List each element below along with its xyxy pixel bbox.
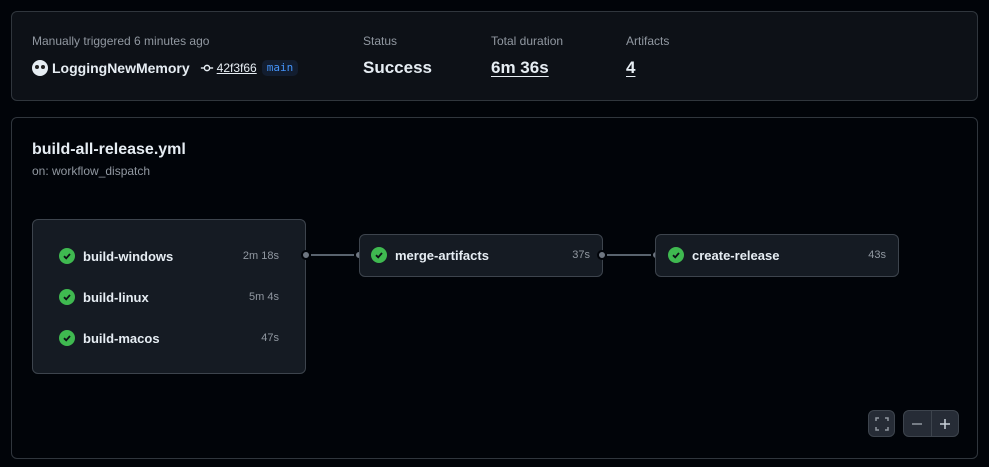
run-summary: Manually triggered 6 minutes ago Logging…	[11, 11, 978, 101]
job-name: build-windows	[83, 248, 174, 264]
success-check-icon	[59, 330, 75, 346]
job-name: merge-artifacts	[395, 247, 489, 263]
job-duration: 47s	[261, 332, 279, 344]
job-duration: 37s	[572, 249, 590, 261]
job-merge-artifacts[interactable]: merge-artifacts 37s	[359, 234, 603, 277]
job-duration: 43s	[868, 249, 886, 261]
status-value: Success	[363, 58, 432, 77]
job-name: build-macos	[83, 330, 160, 346]
status-label: Status	[363, 34, 398, 48]
job-build-macos[interactable]: build-macos 47s	[33, 328, 305, 348]
build-job-group: build-windows 2m 18s build-linux 5m 4s b…	[32, 219, 306, 374]
fullscreen-button[interactable]	[868, 410, 895, 437]
connector-dot	[597, 250, 607, 260]
duration-link[interactable]: 6m 36s	[491, 58, 563, 78]
artifacts-label: Artifacts	[626, 34, 670, 48]
job-build-windows[interactable]: build-windows 2m 18s	[33, 246, 305, 266]
zoom-in-button[interactable]	[932, 411, 959, 436]
workflow-trigger: on: workflow_dispatch	[32, 164, 151, 178]
artifacts-column: Artifacts 4	[626, 34, 669, 78]
duration-column: Total duration 6m 36s	[491, 34, 563, 78]
job-duration: 2m 18s	[242, 250, 279, 262]
job-create-release[interactable]: create-release 43s	[655, 234, 899, 277]
connector-line	[607, 254, 651, 256]
trigger-text: Manually triggered 6 minutes ago	[32, 34, 210, 48]
workflow-graph: build-all-release.yml on: workflow_dispa…	[11, 117, 978, 459]
connector-line	[311, 254, 354, 256]
branch-badge[interactable]: main	[261, 60, 299, 76]
duration-label: Total duration	[491, 34, 564, 48]
commit-icon	[200, 64, 213, 72]
success-check-icon	[668, 247, 684, 263]
zoom-out-button[interactable]	[904, 411, 931, 436]
avatar[interactable]	[32, 60, 48, 76]
success-check-icon	[371, 247, 387, 263]
artifacts-link[interactable]: 4	[626, 58, 669, 78]
actor-name[interactable]: LoggingNewMemory	[52, 60, 190, 76]
commit-sha-link[interactable]: 42f3f66	[217, 61, 257, 75]
success-check-icon	[59, 289, 75, 305]
job-name: build-linux	[83, 289, 149, 305]
job-name: create-release	[692, 247, 780, 263]
connector-dot	[301, 250, 311, 260]
success-check-icon	[59, 248, 75, 264]
minus-icon	[912, 422, 923, 425]
zoom-controls	[903, 410, 959, 437]
job-build-linux[interactable]: build-linux 5m 4s	[33, 287, 305, 307]
fullscreen-icon	[874, 416, 889, 431]
job-duration: 5m 4s	[249, 291, 279, 303]
trigger-column: Manually triggered 6 minutes ago Logging…	[32, 34, 299, 78]
status-column: Status Success	[363, 34, 432, 78]
plus-icon	[939, 418, 950, 429]
workflow-name: build-all-release.yml	[32, 141, 186, 158]
